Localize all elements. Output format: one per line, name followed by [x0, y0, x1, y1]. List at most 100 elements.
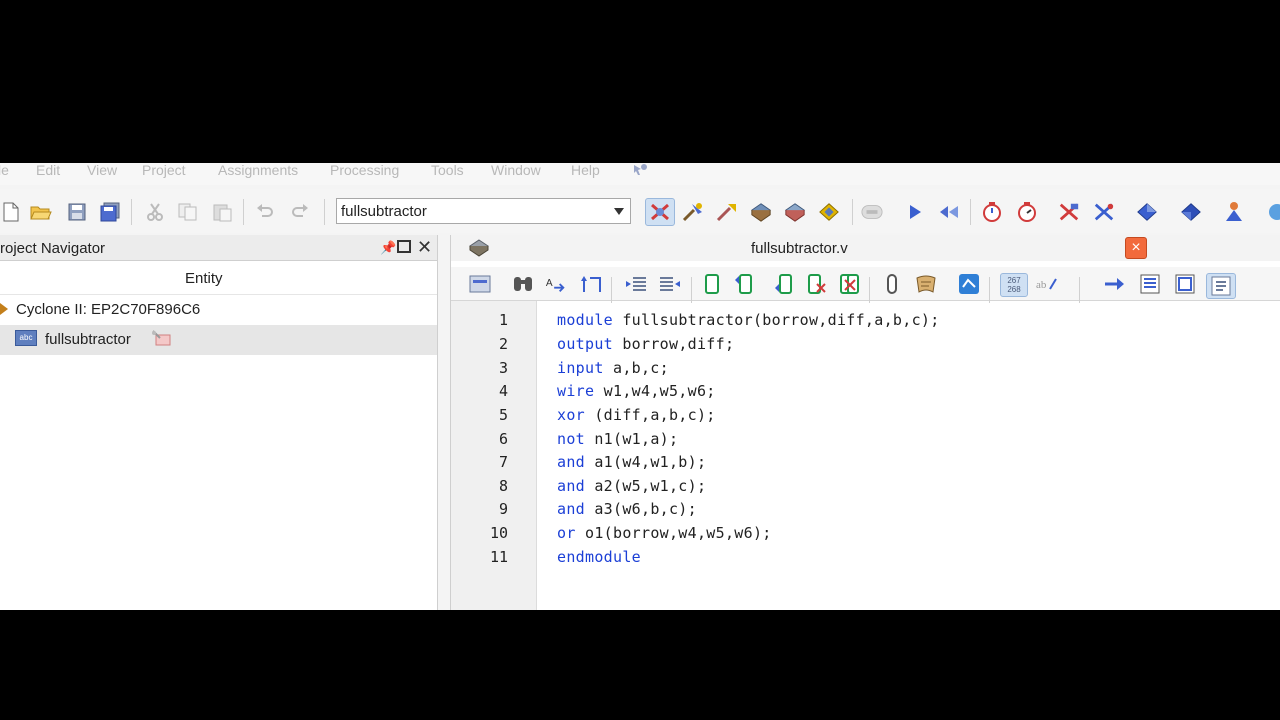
line-number: 8 — [498, 477, 508, 495]
copy-icon[interactable] — [177, 201, 199, 223]
code-keyword: not — [557, 430, 585, 448]
pin-planner-icon[interactable] — [750, 201, 772, 223]
menu-window[interactable]: Window — [491, 163, 541, 177]
chip-planner-icon[interactable] — [1093, 201, 1115, 223]
fullscreen-icon[interactable] — [1174, 273, 1196, 295]
menu-view[interactable]: View — [87, 163, 117, 177]
device-triangle-icon — [0, 303, 8, 315]
entity-select[interactable]: fullsubtractor — [336, 198, 631, 224]
help-icon[interactable] — [1264, 201, 1280, 223]
top-module-label: fullsubtractor — [45, 331, 131, 348]
code-line[interactable]: input a,b,c; — [557, 359, 669, 377]
spell-icon[interactable]: ab — [1035, 273, 1057, 295]
float-window-icon[interactable] — [397, 240, 411, 253]
line-number: 6 — [498, 430, 508, 448]
remove-bookmark-icon[interactable] — [805, 273, 827, 295]
indent-icon[interactable] — [625, 273, 647, 295]
clear-bookmarks-icon[interactable] — [839, 273, 861, 295]
timing-icon[interactable] — [981, 201, 1003, 223]
bookmark-icon[interactable] — [701, 273, 723, 295]
code-keyword: output — [557, 335, 613, 353]
timer-icon[interactable] — [1016, 201, 1038, 223]
editor-tab-title[interactable]: fullsubtractor.v — [751, 240, 848, 257]
menu-assignments[interactable]: Assignments — [218, 163, 298, 177]
detach-icon[interactable] — [1206, 273, 1236, 299]
code-line[interactable]: and a1(w4,w1,b); — [557, 453, 706, 471]
code-line[interactable]: endmodule — [557, 548, 641, 566]
line-numbers-icon[interactable]: 267 268 — [1000, 273, 1028, 297]
uncomment-icon[interactable] — [915, 273, 937, 295]
entity-select-value: fullsubtractor — [341, 202, 427, 220]
open-folder-icon[interactable] — [30, 201, 52, 223]
tree-item-top-module[interactable]: abc fullsubtractor — [0, 325, 437, 355]
block-icon[interactable] — [958, 273, 980, 295]
rerun-icon[interactable] — [938, 201, 960, 223]
unindent-icon[interactable] — [659, 273, 681, 295]
code-text: fullsubtractor(borrow,diff,a,b,c); — [613, 311, 940, 329]
code-line[interactable]: or o1(borrow,w4,w5,w6); — [557, 524, 772, 542]
save-icon[interactable] — [66, 201, 88, 223]
replace-icon[interactable]: A — [545, 273, 567, 295]
project-navigator-panel: roject Navigator 📌 ✕ Entity Cyclone II: … — [0, 235, 438, 610]
cut-icon[interactable] — [144, 201, 166, 223]
menu-edit[interactable]: Edit — [36, 163, 60, 177]
stop-icon[interactable] — [861, 201, 883, 223]
menu-bar: le Edit View Project Assignments Process… — [0, 163, 1280, 185]
code-area[interactable]: module fullsubtractor(borrow,diff,a,b,c)… — [557, 301, 1277, 610]
next-bookmark-icon[interactable] — [773, 273, 795, 295]
find-icon[interactable] — [512, 273, 534, 295]
goto-icon[interactable] — [580, 273, 602, 295]
code-text: a,b,c; — [603, 359, 669, 377]
verilog-module-icon: abc — [15, 330, 37, 346]
split-icon[interactable] — [1139, 273, 1161, 295]
redo-icon[interactable] — [289, 201, 311, 223]
close-editor-button[interactable]: × — [1125, 237, 1147, 259]
project-navigator-header: roject Navigator 📌 ✕ — [0, 235, 437, 261]
chip-icon[interactable] — [818, 201, 840, 223]
rtl-viewer-icon[interactable] — [716, 201, 738, 223]
goto-line-icon[interactable] — [1103, 273, 1125, 295]
assembler-icon[interactable] — [1136, 201, 1158, 223]
code-line[interactable]: xor (diff,a,b,c); — [557, 406, 716, 424]
code-line[interactable]: output borrow,diff; — [557, 335, 734, 353]
entity-column-header[interactable]: Entity — [0, 261, 437, 295]
programmer-icon[interactable] — [1180, 201, 1202, 223]
chevron-down-icon[interactable] — [614, 208, 624, 215]
editor-tab-bar: fullsubtractor.v × — [451, 235, 1280, 261]
insert-template-icon[interactable] — [469, 273, 491, 295]
menu-help[interactable]: Help — [571, 163, 600, 177]
code-text: a1(w4,w1,b); — [585, 453, 707, 471]
paste-icon[interactable] — [211, 201, 233, 223]
signaltap-icon[interactable] — [1223, 201, 1245, 223]
tree-item-device[interactable]: Cyclone II: EP2C70F896C6 — [0, 295, 437, 325]
code-line[interactable]: module fullsubtractor(borrow,diff,a,b,c)… — [557, 311, 940, 329]
code-line[interactable]: and a3(w6,b,c); — [557, 500, 697, 518]
prev-bookmark-icon[interactable] — [733, 273, 755, 295]
menu-tools[interactable]: Tools — [431, 163, 464, 177]
analysis-icon[interactable] — [682, 201, 704, 223]
save-all-icon[interactable] — [99, 201, 121, 223]
code-text: o1(borrow,w4,w5,w6); — [575, 524, 772, 542]
code-line[interactable]: not n1(w1,a); — [557, 430, 678, 448]
pin-icon[interactable]: 📌 — [380, 240, 396, 256]
menu-file[interactable]: le — [0, 163, 9, 177]
svg-text:ab: ab — [1036, 279, 1047, 291]
new-file-icon[interactable] — [0, 201, 22, 223]
whats-this-icon[interactable] — [632, 163, 648, 177]
compile-icon[interactable] — [645, 198, 675, 226]
start-icon[interactable] — [904, 201, 926, 223]
menu-project[interactable]: Project — [142, 163, 186, 177]
close-icon[interactable]: ✕ — [417, 237, 432, 258]
line-number: 10 — [489, 524, 508, 542]
code-keyword: input — [557, 359, 604, 377]
code-text: a2(w5,w1,c); — [585, 477, 707, 495]
code-keyword: or — [557, 524, 576, 542]
code-line[interactable]: and a2(w5,w1,c); — [557, 477, 706, 495]
code-line[interactable]: wire w1,w4,w5,w6; — [557, 382, 716, 400]
settings-icon[interactable] — [784, 201, 806, 223]
verilog-file-icon — [469, 239, 489, 257]
undo-icon[interactable] — [254, 201, 276, 223]
comment-icon[interactable] — [881, 273, 903, 295]
menu-processing[interactable]: Processing — [330, 163, 399, 177]
netlist-icon[interactable] — [1058, 201, 1080, 223]
